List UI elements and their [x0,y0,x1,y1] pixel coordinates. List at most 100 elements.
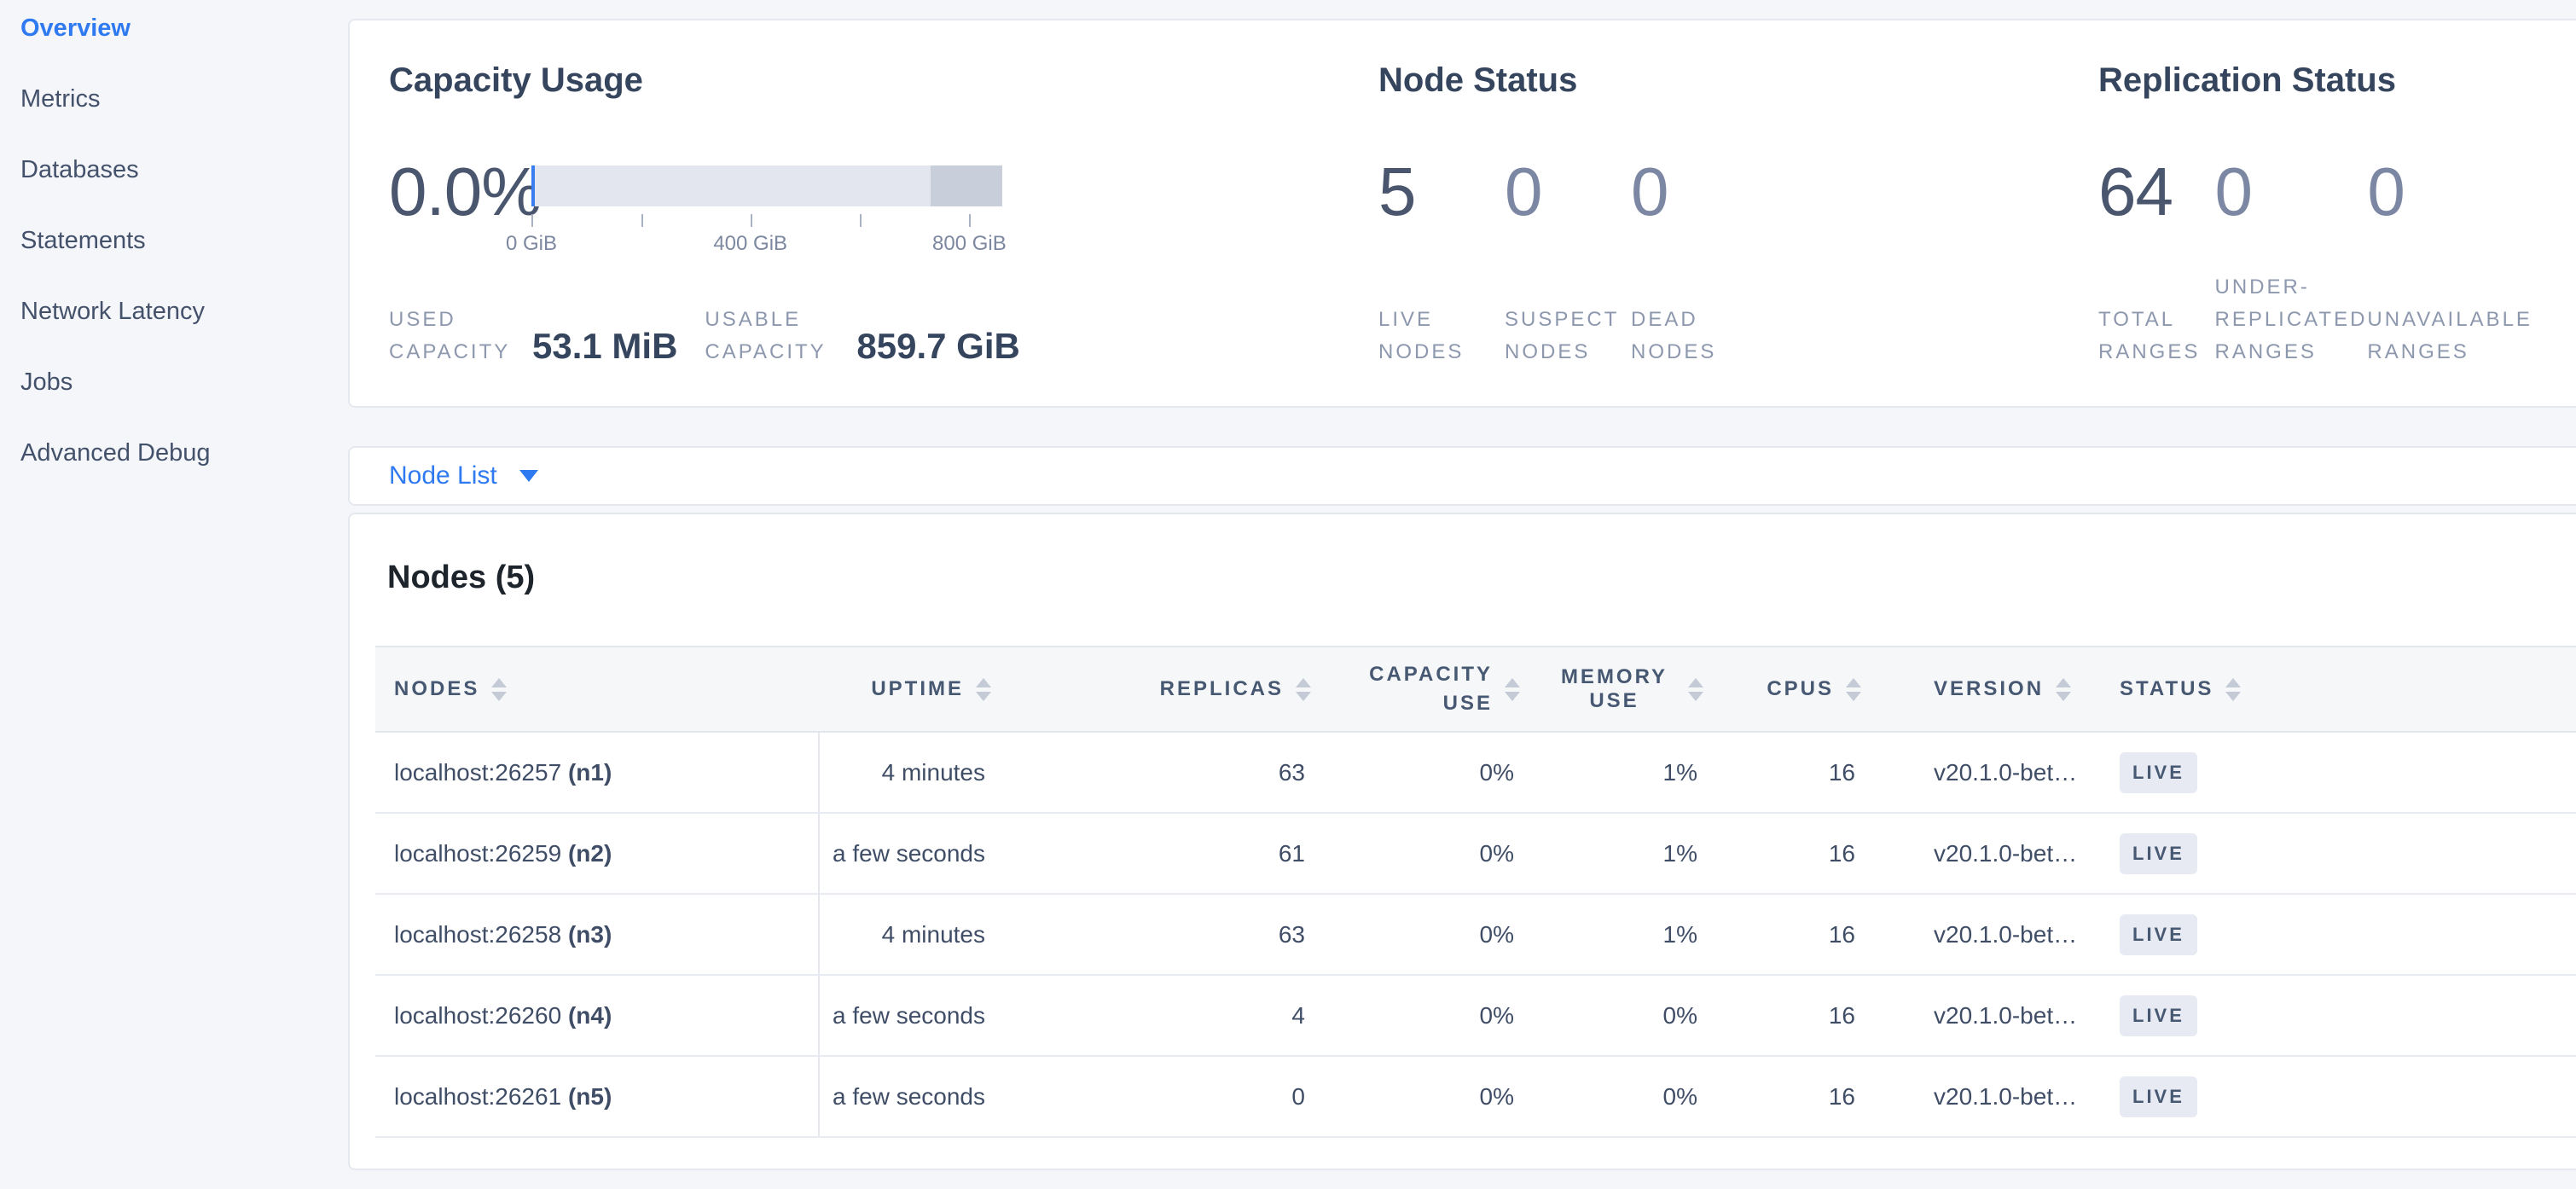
column-header-nodes[interactable]: NODES [375,647,819,732]
node-address-link[interactable]: localhost:26259 [394,840,561,867]
status-cell: LIVE [2107,1056,2576,1137]
column-header-replicas[interactable]: REPLICAS [1024,647,1343,732]
capacity-usage-section: Capacity Usage 0.0% 0 GiB400 GiB800 GiB … [389,60,1378,368]
capacity-gauge-used-marker [531,165,535,206]
sort-down-arrow-icon [2225,692,2241,701]
sort-down-arrow-icon [1846,692,1861,701]
node-address-link[interactable]: localhost:26257 [394,759,561,786]
gauge-tick [860,214,862,227]
summary-stat-value: 5 [1378,155,1505,229]
version-cell: v20.1.0-bet… [1894,975,2107,1056]
sidebar-item-advanced-debug[interactable]: Advanced Debug [20,438,348,467]
summary-stat: 64 TOTAL RANGES [2098,155,2214,368]
sidebar-item-metrics[interactable]: Metrics [20,84,348,113]
gauge-tick-label: 400 GiB [713,232,787,256]
capacity-usage-title: Capacity Usage [389,60,1378,101]
used-capacity-label: USED CAPACITY [389,304,517,368]
sort-up-arrow-icon [2056,678,2071,687]
gauge-tick [531,214,533,227]
replicas-cell: 63 [1024,894,1343,975]
sidebar-item-databases[interactable]: Databases [20,155,348,184]
column-header-inner: CPUS [1736,677,1894,701]
column-header-label: CAPACITY USE [1356,660,1493,718]
sidebar-item-jobs[interactable]: Jobs [20,368,348,397]
sidebar-item-statements[interactable]: Statements [20,226,348,255]
capacity-use-cell: 0% [1343,732,1552,813]
gauge-tick [751,214,752,227]
sort-icon [1688,678,1703,701]
summary-stat-value: 0 [2214,155,2367,229]
uptime-cell: a few seconds [819,1056,1024,1137]
summary-stat-label: SUSPECT NODES [1505,304,1631,368]
cpus-cell: 16 [1736,1056,1894,1137]
memory-use-cell: 0% [1552,1056,1736,1137]
sort-up-arrow-icon [2225,678,2241,687]
summary-stat-value: 64 [2098,155,2214,229]
column-header-uptime[interactable]: UPTIME [819,647,1024,732]
column-header-label: VERSION [1934,677,2044,701]
gauge-tick-label: 0 GiB [506,232,557,256]
chevron-down-icon [519,470,538,482]
replicas-cell: 4 [1024,975,1343,1056]
status-cell: LIVE [2107,975,2576,1056]
summary-stat-label: LIVE NODES [1378,304,1505,368]
column-header-inner: VERSION [1894,677,2107,701]
column-header-label: CPUS [1767,677,1834,701]
page: Overview Metrics Databases Statements Networ… [0,0,2576,1189]
column-header-cpus[interactable]: CPUS [1736,647,1894,732]
summary-stat: 0UNAVAILABLE RANGES [2367,155,2576,368]
replication-status-section: Replication Status 64TOTAL RANGES0UNDER-… [2098,60,2576,368]
version-cell: v20.1.0-bet… [1894,1056,2107,1137]
table-header-row: NODES UPTIME REPLICAS CAPACITY USE MEMORY US… [375,647,2576,732]
capacity-gauge-ticks [531,214,1002,228]
summary-stat-label: TOTAL RANGES [2098,304,2214,368]
column-header-inner: UPTIME [819,677,1024,701]
cpus-cell: 16 [1736,813,1894,894]
main-content: Capacity Usage 0.0% 0 GiB400 GiB800 GiB … [348,0,2576,1189]
node-address-link[interactable]: localhost:26260 [394,1002,561,1029]
cpus-cell: 16 [1736,732,1894,813]
column-header-inner: NODES [375,677,819,701]
status-badge: LIVE [2120,995,2197,1036]
sidebar-item-network-latency[interactable]: Network Latency [20,297,348,326]
sort-down-arrow-icon [1505,692,1520,701]
node-status-section: Node Status 5LIVE NODES0SUSPECT NODES0DE… [1378,60,2098,368]
node-id: (n3) [568,921,612,948]
column-header-label: NODES [394,677,479,701]
capacity-detail-row: USED CAPACITY 53.1 MiB USABLE CAPACITY 8… [389,304,1378,368]
nodes-table: NODES UPTIME REPLICAS CAPACITY USE MEMORY US… [375,646,2576,1138]
summary-stat: 0DEAD NODES [1631,155,1757,368]
column-header-status[interactable]: STATUS [2107,647,2576,732]
usable-capacity-value: 859.7 GiB [856,326,1019,367]
node-list-dropdown[interactable]: Node List [389,461,538,490]
sort-icon [1296,678,1311,701]
sidebar-item-overview[interactable]: Overview [20,14,348,43]
column-header-inner: REPLICAS [1024,677,1343,701]
node-id: (n4) [568,1002,612,1029]
sort-down-arrow-icon [491,692,507,701]
capacity-percent-value: 0.0% [389,155,531,304]
node-address-link[interactable]: localhost:26258 [394,921,561,948]
uptime-cell: a few seconds [819,975,1024,1056]
capacity-gauge-row: 0.0% 0 GiB400 GiB800 GiB [389,155,1378,304]
memory-use-cell: 1% [1552,732,1736,813]
used-capacity-value: 53.1 MiB [532,326,677,367]
node-name-cell: localhost:26258 (n3) [375,894,819,975]
view-selector-card: Node List [348,446,2576,506]
column-header-label: UPTIME [871,677,964,701]
column-header-version[interactable]: VERSION [1894,647,2107,732]
column-header-memory-use[interactable]: MEMORY USE [1552,647,1736,732]
sort-icon [976,678,991,701]
version-cell: v20.1.0-bet… [1894,894,2107,975]
node-list-dropdown-label: Node List [389,461,497,490]
node-address-link[interactable]: localhost:26261 [394,1083,561,1110]
status-badge: LIVE [2120,1076,2197,1117]
summary-stat: 0UNDER-REPLICATED RANGES [2214,155,2367,368]
column-header-capacity-use[interactable]: CAPACITY USE [1343,647,1552,732]
status-cell: LIVE [2107,894,2576,975]
capacity-gauge-bar [531,165,1002,206]
table-row: localhost:26260 (n4)a few seconds40%0%16… [375,975,2576,1056]
gauge-tick [641,214,643,227]
table-row: localhost:26258 (n3)4 minutes630%1%16v20… [375,894,2576,975]
sidebar-nav: Overview Metrics Databases Statements Networ… [0,0,348,1189]
